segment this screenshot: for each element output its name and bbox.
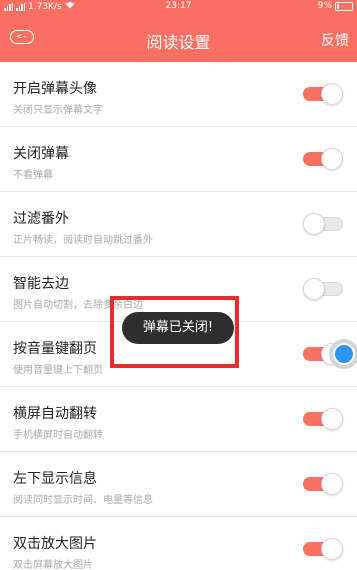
setting-landscape-flip[interactable]: 横屏自动翻转 手机横屏时自动翻转 [0,387,357,452]
setting-barrage-avatar[interactable]: 开启弹幕头像 关闭只显示弹幕文字 [0,62,357,127]
setting-title: 按音量键翻页 [13,341,97,357]
battery-icon [335,1,353,11]
setting-double-tap-zoom[interactable]: 双击放大图片 双击屏幕放大图片 [0,517,357,570]
setting-title: 开启弹幕头像 [13,81,97,97]
toggle-landscape-flip[interactable] [303,408,343,430]
setting-title: 左下显示信息 [13,471,97,487]
battery-percent: 9% [317,1,332,11]
feedback-button[interactable]: 反馈 [321,30,349,50]
nav-bar: <- 阅读设置 反馈 [0,18,357,58]
status-time: 23:17 [165,1,192,11]
setting-title: 关闭弹幕 [13,146,69,162]
setting-filter-extras[interactable]: 过滤番外 正片畅读，阅读时自动跳过番外 [0,192,357,257]
status-bar: 1.73K/s 23:17 9% [0,0,357,14]
touch-indicator-dot [333,343,355,365]
setting-close-barrage[interactable]: 关闭弹幕 不看弹幕 [0,127,357,192]
setting-title: 智能去边 [13,276,69,292]
app-header: 1.73K/s 23:17 9% <- 阅读设置 反馈 [0,0,357,62]
setting-title: 横屏自动翻转 [13,406,97,422]
toggle-barrage-avatar[interactable] [303,83,343,105]
toast-message: 弹幕已关闭! [122,312,234,344]
setting-subtitle: 不看弹幕 [13,170,53,181]
toggle-filter-extras[interactable] [303,213,343,235]
toggle-smart-trim[interactable] [303,278,343,300]
setting-subtitle: 使用音量键上下翻页 [13,365,103,376]
setting-subtitle: 正片畅读，阅读时自动跳过番外 [13,235,153,246]
setting-subtitle: 手机横屏时自动翻转 [13,430,103,441]
page-title: 阅读设置 [146,33,211,52]
setting-title: 双击放大图片 [13,536,97,552]
toggle-close-barrage[interactable] [303,148,343,170]
toggle-double-tap-zoom[interactable] [303,538,343,560]
setting-subtitle: 双击屏幕放大图片 [13,560,93,570]
setting-subtitle: 阅读同时显示时间、电量等信息 [13,495,153,506]
setting-subtitle: 关闭只显示弹幕文字 [13,105,103,116]
toggle-show-info[interactable] [303,473,343,495]
setting-title: 过滤番外 [13,211,69,227]
setting-show-info[interactable]: 左下显示信息 阅读同时显示时间、电量等信息 [0,452,357,517]
